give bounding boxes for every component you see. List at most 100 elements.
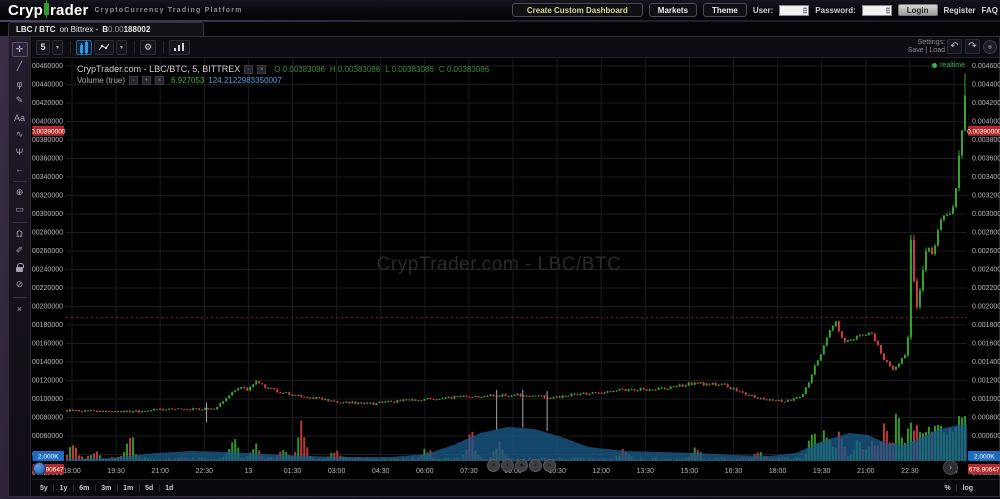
- range-5y[interactable]: 5y: [40, 485, 48, 492]
- ohlc-c: C 0.00383086: [439, 65, 489, 74]
- range-1d[interactable]: 1d: [165, 485, 173, 492]
- price-tick-right: 0.00340000: [972, 174, 1000, 181]
- hide-all-tool[interactable]: ⊘: [12, 277, 28, 292]
- separator: |: [956, 485, 958, 492]
- interval-button[interactable]: 5: [36, 40, 50, 55]
- volume-scale-label: 2.000K: [974, 454, 995, 461]
- chart-nav-button-0[interactable]: «: [487, 459, 500, 472]
- price-tick-left: 0.00280000: [32, 230, 63, 237]
- line-style-button[interactable]: [94, 40, 114, 55]
- price-tick-right: 0.00240000: [972, 267, 1000, 274]
- login-button[interactable]: Login: [898, 4, 938, 16]
- bottom-bar: 5y|1y|6m|3m|1m|5d|1d %|log: [32, 479, 999, 496]
- price-tick-left: 0.00080000: [32, 415, 63, 422]
- forecast-tool[interactable]: Ψ: [12, 144, 28, 159]
- indicator-settings-button[interactable]: ⚙: [140, 40, 156, 55]
- app: Cryp rader CryptoCurrency Trading Platfo…: [0, 0, 1000, 499]
- toolbar-separator: [134, 41, 135, 54]
- tab-venue: on Bittrex -: [60, 25, 99, 34]
- volume-legend: Volume (true) ◦ • × 6.927053 124.2122983…: [77, 76, 282, 85]
- range-1m[interactable]: 1m: [123, 485, 133, 492]
- crosshair-tool[interactable]: ✛: [12, 42, 28, 57]
- chart-nav-button-4[interactable]: »: [543, 459, 556, 472]
- price-tick-right: 0.00360000: [972, 156, 1000, 163]
- register-link[interactable]: Register: [944, 6, 976, 15]
- lock-tool[interactable]: [12, 260, 28, 275]
- drawing-toolbar: ✛ ╱ φ ✎ Aa ∿ Ψ ← ⊕ ▭ Ω ✐ ⊘ ×: [9, 37, 31, 496]
- compare-icon: [173, 42, 186, 52]
- last-price-label: 0.00390000: [967, 128, 1000, 135]
- redo-button[interactable]: ↷: [965, 39, 980, 54]
- pattern-tool[interactable]: ∿: [12, 127, 28, 142]
- price-tick-left: 0.00400000: [32, 119, 63, 126]
- theme-button[interactable]: Theme: [703, 3, 747, 17]
- measure-tool[interactable]: ▭: [12, 202, 28, 217]
- price-tick-right: 0.00220000: [972, 285, 1000, 292]
- chart-nav-button-2[interactable]: ●: [515, 459, 528, 472]
- undo-button[interactable]: ↶: [947, 39, 962, 54]
- chart-nav-button-1[interactable]: ‹: [501, 459, 514, 472]
- scroll-to-realtime-button[interactable]: ›: [943, 460, 958, 475]
- price-tick-left: 0.00420000: [32, 100, 63, 107]
- price-tick-right: 0.00180000: [972, 322, 1000, 329]
- range-3m[interactable]: 3m: [101, 485, 111, 492]
- time-tick: 16:30: [725, 468, 743, 475]
- create-dashboard-button[interactable]: Create Custom Dashboard: [512, 3, 643, 17]
- markets-button[interactable]: Markets: [649, 3, 697, 17]
- separator: |: [72, 485, 74, 492]
- chart-area[interactable]: 18:0019:3021:0022:301301:3003:0004:3006:…: [32, 58, 1000, 479]
- volume-move-icon[interactable]: •: [142, 76, 151, 85]
- screenshot-button[interactable]: [983, 40, 997, 54]
- username-input[interactable]: [779, 5, 809, 16]
- separator: |: [158, 485, 160, 492]
- ohlc-readout: O 0.00383086H 0.00383086L 0.00383086C 0.…: [274, 65, 489, 74]
- remove-all-tool[interactable]: ×: [12, 301, 28, 316]
- legend-settings-icon[interactable]: ◦: [244, 65, 253, 74]
- scale-log[interactable]: log: [963, 485, 974, 492]
- market-tab[interactable]: LBC / BTC on Bittrex - B0.00188002: [8, 22, 204, 36]
- volume-settings-icon[interactable]: ◦: [129, 76, 138, 85]
- password-label: Password:: [815, 6, 855, 15]
- chart-nav-button-3[interactable]: ›: [529, 459, 542, 472]
- legend-close-icon[interactable]: ×: [257, 65, 266, 74]
- password-input[interactable]: [862, 5, 892, 16]
- time-tick: 03:00: [328, 468, 346, 475]
- lock-icon: [16, 267, 23, 272]
- header-actions: Create Custom Dashboard Markets Theme Us…: [512, 0, 1000, 20]
- settings-save-load[interactable]: Settings: Save | Load: [908, 39, 945, 55]
- status-bubble-icon[interactable]: [33, 462, 46, 475]
- price-tick-right: 0.00300000: [972, 211, 1000, 218]
- range-5d[interactable]: 5d: [145, 485, 153, 492]
- faq-link[interactable]: FAQ: [982, 6, 998, 15]
- ohlc-l: L 0.00383086: [385, 65, 434, 74]
- style-caret-icon[interactable]: ▾: [116, 40, 127, 55]
- price-tick-right: 0.00280000: [972, 230, 1000, 237]
- volume-close-icon[interactable]: ×: [155, 76, 164, 85]
- price-tick-left: 0.00060000: [32, 433, 63, 440]
- range-selector: 5y|1y|6m|3m|1m|5d|1d: [40, 485, 173, 492]
- zoom-in-tool[interactable]: ⊕: [12, 185, 28, 200]
- range-6m[interactable]: 6m: [79, 485, 89, 492]
- logo-candle-icon: [44, 3, 49, 15]
- price-tick-left: 0.00460000: [32, 63, 63, 70]
- magnet-tool[interactable]: Ω: [12, 226, 28, 241]
- draw-mode-tool[interactable]: ✐: [12, 243, 28, 258]
- interval-caret-icon[interactable]: ▾: [52, 40, 63, 55]
- logo: Cryp rader: [8, 2, 89, 19]
- scale-%[interactable]: %: [944, 485, 950, 492]
- user-label: User:: [753, 6, 773, 15]
- brush-tool[interactable]: ✎: [12, 93, 28, 108]
- fib-tool[interactable]: φ: [12, 76, 28, 91]
- text-tool[interactable]: Aa: [12, 110, 28, 125]
- toolbar-separator: [70, 41, 71, 54]
- tab-price: B0.00188002: [102, 25, 150, 34]
- price-tick-left: 0.00220000: [32, 285, 63, 292]
- arrow-marks-tool[interactable]: ←: [12, 161, 28, 176]
- tagline: CryptoCurrency Trading Platform: [95, 7, 243, 14]
- time-tick: 07:30: [460, 468, 478, 475]
- time-tick: 19:30: [813, 468, 831, 475]
- trend-line-tool[interactable]: ╱: [12, 59, 28, 74]
- candlestick-style-button[interactable]: [76, 40, 92, 55]
- range-1y[interactable]: 1y: [60, 485, 68, 492]
- compare-button[interactable]: [169, 40, 190, 55]
